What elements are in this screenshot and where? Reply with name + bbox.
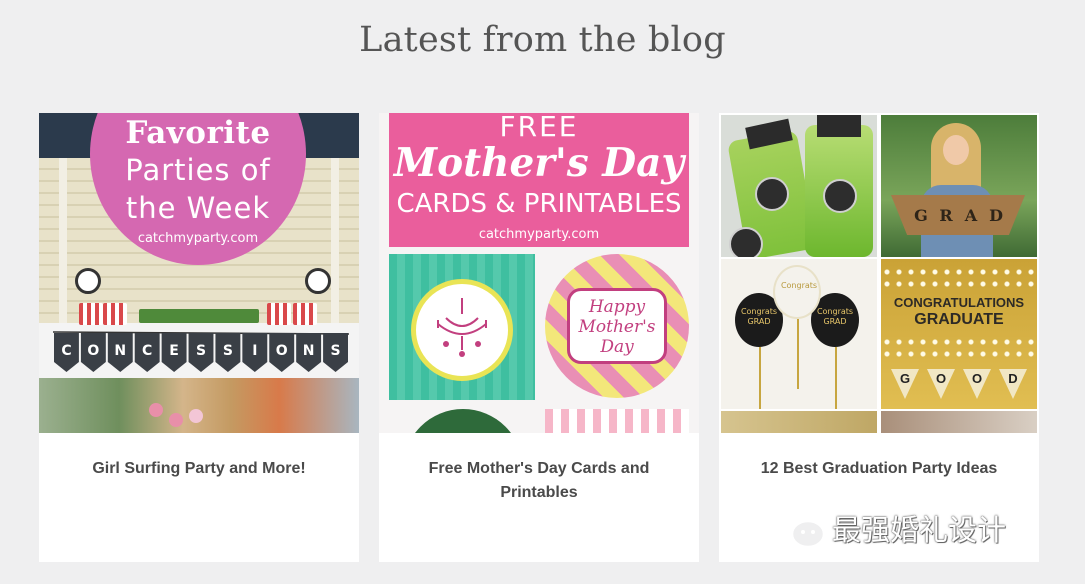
concessions-bunting: CONCESSIONS	[53, 331, 349, 372]
post-thumbnail-mothers-day[interactable]: FREE Mother's Day CARDS & PRINTABLES cat…	[379, 113, 699, 433]
grad-banner-photo: GRAD	[881, 115, 1037, 257]
post-thumbnail-favorite-parties[interactable]: CONCESSIONS Favorite Parties of the Week…	[39, 113, 359, 433]
bunting-letter: O	[276, 343, 288, 359]
bunting-letter: I	[252, 343, 257, 359]
blog-post-card-graduation[interactable]: GRAD Congrats GRAD Congrats GRAD Congrats …	[719, 113, 1039, 562]
grad-banner-letter: A	[964, 206, 978, 225]
grad-banner-letter: R	[939, 206, 953, 225]
bunting-letter: S	[196, 343, 206, 359]
blog-post-card-girl-surfing[interactable]: CONCESSIONS Favorite Parties of the Week…	[39, 113, 359, 562]
bunting-letter: S	[330, 343, 340, 359]
bunting-letter: O	[87, 343, 99, 359]
post-title[interactable]: 12 Best Graduation Party Ideas	[739, 457, 1019, 481]
happy-mothers-day-card: Happy Mother's Day	[545, 254, 689, 398]
wechat-watermark: 最强婚礼设计	[770, 506, 1006, 550]
bunting-letter: N	[114, 343, 126, 359]
grad-banner-letter: D	[989, 206, 1003, 225]
wechat-icon	[770, 506, 828, 550]
post-title[interactable]: Girl Surfing Party and More!	[59, 457, 339, 481]
bunting-letter: E	[169, 343, 179, 359]
favorite-parties-badge: Favorite Parties of the Week catchmypart…	[90, 113, 306, 265]
chandelier-card	[389, 254, 535, 400]
chandelier-icon	[437, 298, 487, 357]
bunting-letter: C	[61, 343, 71, 359]
bunting-letter: C	[142, 343, 152, 359]
grad-jars-photo	[721, 115, 877, 257]
grad-banner-letter: G	[914, 206, 928, 225]
section-title: Latest from the blog	[359, 20, 726, 60]
bunting-letter: N	[303, 343, 315, 359]
congratulations-graduate-sign: CONGRATULATIONS GRADUATE G O O D	[881, 259, 1037, 409]
watermark-text: 最强婚礼设计	[832, 513, 1007, 547]
grad-balloons-photo: Congrats GRAD Congrats GRAD Congrats	[721, 259, 877, 409]
bunting-letter: S	[223, 343, 233, 359]
post-thumbnail-graduation-collage[interactable]: GRAD Congrats GRAD Congrats GRAD Congrats …	[719, 113, 1039, 433]
post-title[interactable]: Free Mother's Day Cards and Printables	[399, 457, 679, 505]
blog-post-card-mothers-day[interactable]: FREE Mother's Day CARDS & PRINTABLES cat…	[379, 113, 699, 562]
